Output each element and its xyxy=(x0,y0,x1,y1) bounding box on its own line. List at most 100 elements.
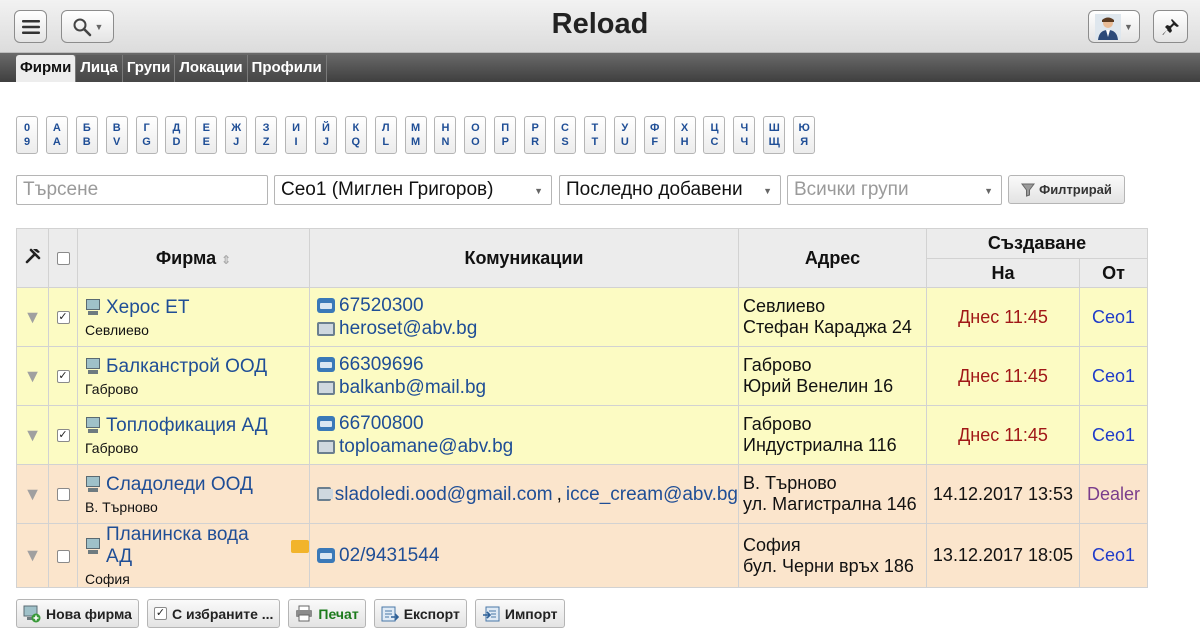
tools-column-header[interactable] xyxy=(16,228,49,288)
row-expand-cell[interactable]: ▼ xyxy=(16,464,49,524)
user-select[interactable]: Сео1 (Миглен Григоров) ▼ xyxy=(274,175,552,205)
firm-name-link[interactable]: Балканстрой ООД xyxy=(85,356,309,378)
row-checkbox[interactable]: ✓ xyxy=(56,311,70,325)
phone-link[interactable]: 02/9431544 xyxy=(339,544,439,567)
search-button[interactable]: ▼ xyxy=(61,10,114,43)
letter-button[interactable]: ТT xyxy=(583,116,606,154)
created-by-link[interactable]: Сео1 xyxy=(1078,405,1149,465)
phone-link[interactable]: 66309696 xyxy=(339,353,424,376)
pin-button[interactable] xyxy=(1153,10,1188,43)
with-selected-label: С избраните ... xyxy=(171,605,274,622)
row-checkbox[interactable]: ✓ xyxy=(56,370,70,384)
created-by-link[interactable]: Сео1 xyxy=(1078,346,1149,406)
row-expand-cell[interactable]: ▼ xyxy=(16,346,49,406)
firm-name-link[interactable]: Херос ЕТ xyxy=(85,297,309,319)
with-selected-button[interactable]: ✓ С избраните ... xyxy=(146,599,281,628)
phone-line: 66309696 xyxy=(317,353,738,376)
letter-button[interactable]: ДD xyxy=(165,116,188,154)
letter-button[interactable]: ЛL xyxy=(374,116,397,154)
letter-button[interactable]: ФF xyxy=(643,116,666,154)
letter-button[interactable]: ГG xyxy=(135,116,158,154)
created-by-link[interactable]: Сео1 xyxy=(1078,523,1149,588)
letter-button[interactable]: ЦC xyxy=(703,116,726,154)
firm-name[interactable]: Планинска вода АД xyxy=(106,524,280,568)
letter-button[interactable]: ПP xyxy=(494,116,517,154)
letter-button[interactable]: МM xyxy=(404,116,427,154)
triangle-down-icon[interactable]: ▼ xyxy=(24,545,42,565)
firm-name-link[interactable]: Планинска вода АД xyxy=(85,524,309,568)
letter-button[interactable]: БB xyxy=(75,116,98,154)
letter-button[interactable]: ШЩ xyxy=(763,116,786,154)
row-expand-cell[interactable]: ▼ xyxy=(16,523,49,588)
tab-persons[interactable]: Лица xyxy=(76,55,123,82)
folder-icon[interactable] xyxy=(291,539,309,553)
select-all-checkbox[interactable] xyxy=(56,252,70,266)
firm-name[interactable]: Балканстрой ООД xyxy=(106,356,267,378)
email-link[interactable]: icce_cream@abv.bg xyxy=(566,483,738,506)
firm-name[interactable]: Сладоледи ООД xyxy=(106,474,253,496)
letter-button[interactable]: КQ xyxy=(344,116,367,154)
row-select-cell[interactable]: ✓ xyxy=(48,405,78,465)
letter-button[interactable]: ЕE xyxy=(195,116,218,154)
row-checkbox[interactable] xyxy=(56,549,70,563)
letter-button[interactable]: НN xyxy=(434,116,457,154)
firm-name[interactable]: Херос ЕТ xyxy=(106,297,189,319)
order-select[interactable]: Последно добавени ▼ xyxy=(559,175,781,205)
letter-button[interactable]: ИI xyxy=(285,116,308,154)
triangle-down-icon[interactable]: ▼ xyxy=(24,307,42,327)
letter-button[interactable]: ЮЯ xyxy=(793,116,816,154)
letter-button[interactable]: АA xyxy=(45,116,68,154)
triangle-down-icon[interactable]: ▼ xyxy=(24,484,42,504)
letter-button[interactable]: СS xyxy=(554,116,577,154)
firm-name[interactable]: Топлофикация АД xyxy=(106,415,268,437)
search-input[interactable]: Търсене xyxy=(16,175,268,205)
phone-link[interactable]: 67520300 xyxy=(339,294,424,317)
firm-name-link[interactable]: Сладоледи ООД xyxy=(85,474,309,496)
group-select[interactable]: Всички групи ▼ xyxy=(787,175,1002,205)
firm-column-header[interactable]: Фирма ⇕ xyxy=(77,228,310,288)
sort-icon: ⇕ xyxy=(221,252,232,267)
letter-button[interactable]: 09 xyxy=(16,116,38,154)
row-select-cell[interactable] xyxy=(48,464,78,524)
communications-cell: 02/9431544 xyxy=(309,523,739,588)
tab-firms[interactable]: Фирми xyxy=(16,55,77,82)
tab-profiles[interactable]: Профили xyxy=(247,55,327,82)
created-by-link[interactable]: Dealer xyxy=(1078,464,1149,524)
user-select-value: Сео1 (Миглен Григоров) xyxy=(281,179,494,200)
firm-name-link[interactable]: Топлофикация АД xyxy=(85,415,309,437)
letter-button[interactable]: УU xyxy=(613,116,636,154)
select-all-header[interactable] xyxy=(48,228,78,288)
row-select-cell[interactable]: ✓ xyxy=(48,346,78,406)
letter-button[interactable]: ОO xyxy=(464,116,487,154)
row-expand-cell[interactable]: ▼ xyxy=(16,287,49,347)
email-link[interactable]: toploamane@abv.bg xyxy=(339,435,513,458)
email-link[interactable]: heroset@abv.bg xyxy=(339,317,477,340)
tab-groups[interactable]: Групи xyxy=(122,55,176,82)
menu-button[interactable] xyxy=(14,10,47,43)
row-expand-cell[interactable]: ▼ xyxy=(16,405,49,465)
created-by-link[interactable]: Сео1 xyxy=(1078,287,1149,347)
row-checkbox[interactable]: ✓ xyxy=(56,429,70,443)
email-link[interactable]: balkanb@mail.bg xyxy=(339,376,486,399)
triangle-down-icon[interactable]: ▼ xyxy=(24,425,42,445)
letter-button[interactable]: ЗZ xyxy=(255,116,278,154)
export-button[interactable]: Експорт xyxy=(373,599,467,628)
print-button[interactable]: Печат xyxy=(288,599,366,628)
letter-button[interactable]: ЖJ xyxy=(225,116,248,154)
new-firm-button[interactable]: Нова фирма xyxy=(16,599,139,628)
letter-button[interactable]: ХH xyxy=(673,116,696,154)
phone-link[interactable]: 66700800 xyxy=(339,412,424,435)
tab-locations[interactable]: Локации xyxy=(175,55,248,82)
letter-button[interactable]: ВV xyxy=(105,116,128,154)
filter-button[interactable]: Филтрирай xyxy=(1008,175,1125,204)
row-select-cell[interactable] xyxy=(48,523,78,588)
letter-button[interactable]: ЙJ xyxy=(314,116,337,154)
row-checkbox[interactable] xyxy=(56,488,70,502)
letter-button[interactable]: ЧЧ xyxy=(733,116,756,154)
user-menu-button[interactable]: ▼ xyxy=(1088,10,1140,43)
triangle-down-icon[interactable]: ▼ xyxy=(24,366,42,386)
letter-button[interactable]: РR xyxy=(524,116,547,154)
import-button[interactable]: Импорт xyxy=(474,599,565,628)
email-link[interactable]: sladoledi.ood@gmail.com xyxy=(335,483,553,506)
row-select-cell[interactable]: ✓ xyxy=(48,287,78,347)
